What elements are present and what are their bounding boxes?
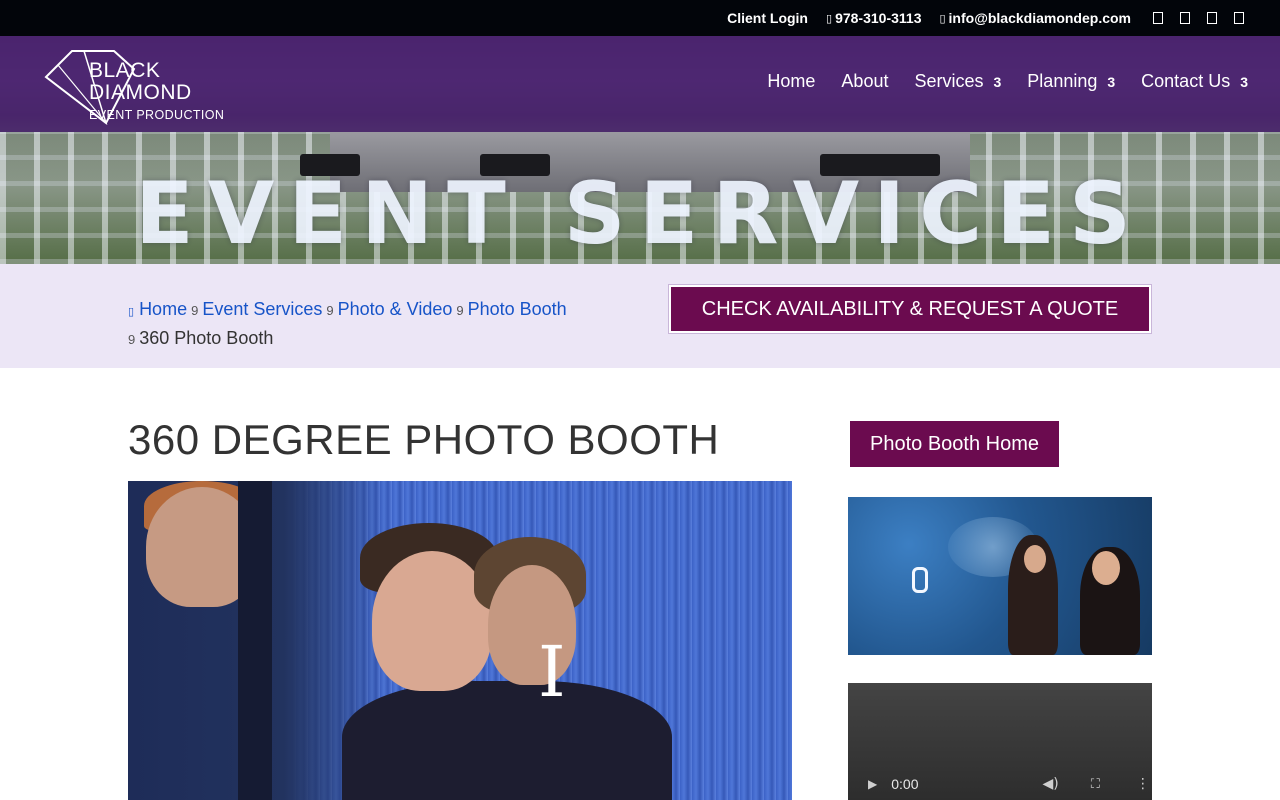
- nav-label: Contact Us: [1141, 71, 1231, 91]
- brand-subtitle: EVENT PRODUCTION: [89, 108, 225, 122]
- phone-icon: ▯: [826, 11, 833, 25]
- nav-planning[interactable]: Planning 3: [1027, 71, 1115, 92]
- volume-icon[interactable]: ◀): [1042, 776, 1058, 792]
- breadcrumb-separator: 9: [191, 303, 199, 318]
- top-bar: Client Login ▯ 978-310-3113 ▯ info@black…: [0, 0, 1280, 36]
- sidebar-video-player[interactable]: ▶ 0:00 ◀) ⛶ ⋮: [848, 683, 1152, 800]
- nav-label: About: [841, 71, 889, 91]
- ring-light-icon: [912, 567, 928, 593]
- client-login-link[interactable]: Client Login: [727, 10, 808, 26]
- text-cursor-icon: I: [538, 631, 566, 713]
- breadcrumb-separator: 9: [326, 303, 334, 318]
- breadcrumb-event-services[interactable]: Event Services: [202, 299, 322, 319]
- instagram-icon[interactable]: [1207, 12, 1217, 24]
- breadcrumb-current: 360 Photo Booth: [139, 328, 274, 348]
- email-link[interactable]: ▯ info@blackdiamondep.com: [939, 10, 1131, 26]
- nav-services[interactable]: Services 3: [914, 71, 1001, 92]
- breadcrumb-separator: 9: [456, 303, 464, 318]
- social-links: [1153, 12, 1244, 24]
- booth-pole: [238, 481, 272, 800]
- nav-label: Services: [914, 71, 984, 91]
- main-nav: Home About Services 3 Planning 3 Contact U…: [767, 71, 1248, 92]
- more-options-icon[interactable]: ⋮: [1136, 776, 1150, 792]
- chevron-down-icon: 3: [1240, 73, 1248, 90]
- nav-contact-us[interactable]: Contact Us 3: [1141, 71, 1248, 92]
- play-icon[interactable]: ▶: [868, 777, 877, 791]
- home-icon: ▯: [128, 305, 135, 318]
- breadcrumb: ▯ Home 9 Event Services 9 Photo & Video 9 Photo…: [128, 296, 608, 353]
- nav-home[interactable]: Home: [767, 71, 815, 92]
- photo-booth-thumbnail[interactable]: [848, 497, 1152, 655]
- breadcrumb-photo-video[interactable]: Photo & Video: [338, 299, 453, 319]
- phone-number: 978-310-3113: [835, 10, 922, 26]
- fullscreen-icon[interactable]: ⛶: [1091, 777, 1100, 792]
- brand-line-1: BLACK: [89, 59, 161, 82]
- brand-line-2: DIAMOND: [89, 81, 192, 104]
- phone-link[interactable]: ▯ 978-310-3113: [826, 10, 921, 26]
- brand-name[interactable]: BLACK DIAMOND: [89, 60, 192, 104]
- breadcrumb-separator: 9: [128, 332, 136, 347]
- twitter-icon[interactable]: [1180, 12, 1190, 24]
- breadcrumb-home[interactable]: Home: [139, 299, 187, 319]
- video-time: 0:00: [891, 776, 919, 792]
- top-bar-links: Client Login ▯ 978-310-3113 ▯ info@black…: [727, 0, 1244, 36]
- person-body: [342, 681, 672, 800]
- nav-about[interactable]: About: [841, 71, 888, 92]
- mail-icon: ▯: [939, 11, 946, 25]
- chevron-down-icon: 3: [993, 73, 1002, 90]
- photo-booth-home-button[interactable]: Photo Booth Home: [850, 421, 1059, 467]
- email-address: info@blackdiamondep.com: [948, 10, 1131, 26]
- youtube-icon[interactable]: [1234, 12, 1244, 24]
- facebook-icon[interactable]: [1153, 12, 1163, 24]
- nav-label: Planning: [1027, 71, 1098, 91]
- chevron-down-icon: 3: [1107, 73, 1116, 90]
- thumbnail-face: [1024, 545, 1046, 573]
- request-quote-button[interactable]: CHECK AVAILABILITY & REQUEST A QUOTE: [668, 284, 1152, 334]
- video-controls: ▶ 0:00 ◀) ⛶ ⋮: [848, 768, 1152, 800]
- breadcrumb-photo-booth[interactable]: Photo Booth: [468, 299, 567, 319]
- thumbnail-face: [1092, 551, 1120, 585]
- nav-label: Home: [767, 71, 816, 91]
- main-video[interactable]: I: [128, 481, 792, 800]
- hero-title: EVENT SERVICES: [135, 164, 1145, 264]
- page-title: 360 DEGREE PHOTO BOOTH: [128, 416, 720, 463]
